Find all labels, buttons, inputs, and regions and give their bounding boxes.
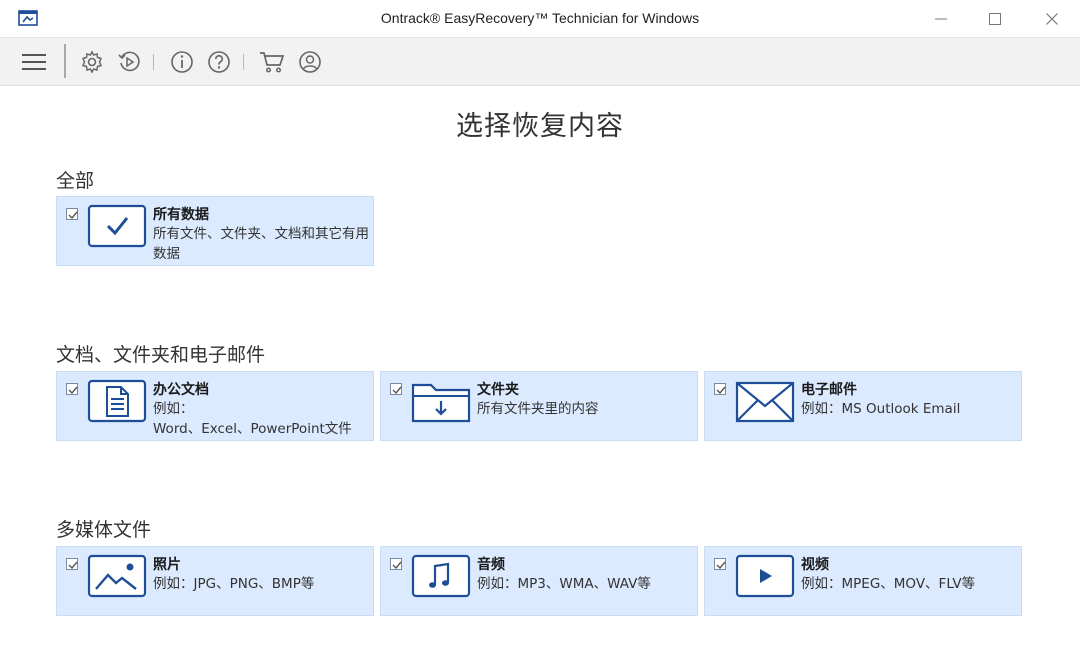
card-description: 例如：MS Outlook Email <box>801 401 961 417</box>
card-description: 所有文件夹里的内容 <box>477 401 599 417</box>
account-button[interactable] <box>297 49 323 75</box>
card-description: 所有文件、文件夹、文档和其它有用数据 <box>153 226 369 262</box>
toolbar-divider <box>153 54 154 70</box>
checkbox-all-data[interactable] <box>66 208 78 220</box>
card-all-data[interactable]: 所有数据 所有文件、文件夹、文档和其它有用数据 <box>56 196 374 266</box>
toolbar-divider <box>64 44 66 78</box>
checkmark-icon <box>716 386 726 395</box>
card-title: 照片 <box>153 557 181 573</box>
help-icon <box>208 51 230 73</box>
maximize-button[interactable] <box>977 6 1013 32</box>
card-email[interactable]: 电子邮件 例如：MS Outlook Email <box>704 371 1022 441</box>
card-title: 办公文档 <box>153 382 209 398</box>
envelope-icon <box>735 379 795 425</box>
card-description-line: Word、Excel、PowerPoint文件 <box>153 421 352 437</box>
toolbar-divider <box>243 54 244 70</box>
card-title: 视频 <box>801 557 829 573</box>
checkbox-video[interactable] <box>714 558 726 570</box>
menu-button[interactable] <box>21 49 47 75</box>
check-icon <box>87 204 147 250</box>
play-icon <box>735 554 795 600</box>
card-title: 音频 <box>477 557 505 573</box>
section-title-documents: 文档、文件夹和电子邮件 <box>56 344 266 366</box>
minimize-icon <box>935 18 947 20</box>
card-description: 例如：JPG、PNG、BMP等 <box>153 576 315 592</box>
checkmark-icon <box>392 561 402 570</box>
document-icon <box>87 379 147 425</box>
window-title: Ontrack® EasyRecovery™ Technician for Wi… <box>380 10 700 26</box>
title-bar: Ontrack® EasyRecovery™ Technician for Wi… <box>0 0 1080 38</box>
checkbox-photos[interactable] <box>66 558 78 570</box>
checkbox-email[interactable] <box>714 383 726 395</box>
maximize-icon <box>989 13 1001 25</box>
info-icon <box>171 51 193 73</box>
card-photos[interactable]: 照片 例如：JPG、PNG、BMP等 <box>56 546 374 616</box>
checkmark-icon <box>716 561 726 570</box>
section-title-multimedia: 多媒体文件 <box>56 519 152 541</box>
image-icon <box>87 554 147 600</box>
card-description: 例如：MP3、WMA、WAV等 <box>477 576 651 592</box>
toolbar <box>0 38 1080 86</box>
card-audio[interactable]: 音频 例如：MP3、WMA、WAV等 <box>380 546 698 616</box>
page-title: 选择恢复内容 <box>456 111 624 142</box>
music-icon <box>411 554 471 600</box>
help-button[interactable] <box>206 49 232 75</box>
account-icon <box>299 51 321 73</box>
cart-button[interactable] <box>259 49 285 75</box>
card-description: 例如：MPEG、MOV、FLV等 <box>801 576 976 592</box>
info-button[interactable] <box>169 49 195 75</box>
checkmark-icon <box>68 386 78 395</box>
checkmark-icon <box>392 386 402 395</box>
cart-icon <box>260 52 285 73</box>
card-folders[interactable]: 文件夹 所有文件夹里的内容 <box>380 371 698 441</box>
checkmark-icon <box>68 561 78 570</box>
card-title: 文件夹 <box>477 382 519 398</box>
card-office-documents[interactable]: 办公文档 例如： Word、Excel、PowerPoint文件 <box>56 371 374 441</box>
card-description-line: 例如： <box>153 401 194 417</box>
minimize-button[interactable] <box>923 6 959 32</box>
card-description: 例如： Word、Excel、PowerPoint文件 <box>153 399 352 439</box>
checkbox-office-documents[interactable] <box>66 383 78 395</box>
history-icon <box>118 51 140 72</box>
checkbox-audio[interactable] <box>390 558 402 570</box>
close-icon <box>1046 13 1058 25</box>
card-title: 所有数据 <box>153 207 209 223</box>
settings-icon <box>81 50 103 74</box>
close-button[interactable] <box>1034 6 1070 32</box>
checkmark-icon <box>68 211 78 220</box>
folder-icon <box>411 379 471 425</box>
section-title-all: 全部 <box>56 170 95 192</box>
settings-button[interactable] <box>79 49 105 75</box>
menu-icon <box>22 54 46 70</box>
history-button[interactable] <box>116 49 142 75</box>
checkbox-folders[interactable] <box>390 383 402 395</box>
card-video[interactable]: 视频 例如：MPEG、MOV、FLV等 <box>704 546 1022 616</box>
card-title: 电子邮件 <box>801 382 857 398</box>
